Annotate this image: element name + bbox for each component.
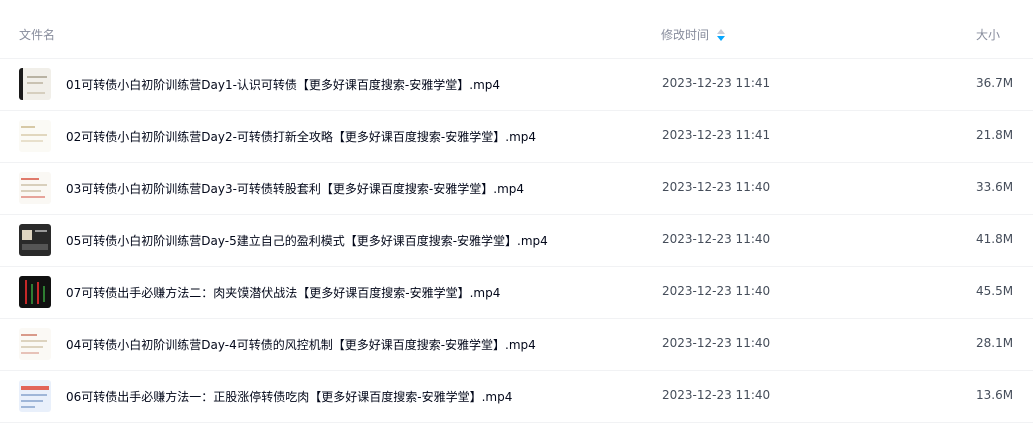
video-thumbnail[interactable] xyxy=(19,68,51,100)
file-list-header: 文件名 修改时间 大小 xyxy=(0,0,1033,59)
file-size: 36.7M xyxy=(976,76,1014,90)
file-size: 21.8M xyxy=(976,128,1014,142)
video-thumbnail[interactable] xyxy=(19,120,51,152)
video-thumbnail[interactable] xyxy=(19,276,51,308)
file-row[interactable]: 03可转债小白初阶训练营Day3-可转债转股套利【更多好课百度搜索-安雅学堂】.… xyxy=(0,163,1033,215)
sort-descending-icon[interactable] xyxy=(717,28,726,41)
video-thumbnail[interactable] xyxy=(19,328,51,360)
file-row[interactable]: 07可转债出手必赚方法二：肉夹馍潜伏战法【更多好课百度搜索-安雅学堂】.mp4 … xyxy=(0,267,1033,319)
column-header-modified-time[interactable]: 修改时间 xyxy=(661,26,726,43)
file-row[interactable]: 02可转债小白初阶训练营Day2-可转债打新全攻略【更多好课百度搜索-安雅学堂】… xyxy=(0,111,1033,163)
file-row[interactable]: 06可转债出手必赚方法一：正股涨停转债吃肉【更多好课百度搜索-安雅学堂】.mp4… xyxy=(0,371,1033,423)
file-row[interactable]: 04可转债小白初阶训练营Day-4可转债的风控机制【更多好课百度搜索-安雅学堂】… xyxy=(0,319,1033,371)
file-modified-time: 2023-12-23 11:41 xyxy=(662,76,771,90)
file-list: 文件名 修改时间 大小 01可转债小白初阶训练营Day1-认识可转债【更多好课百… xyxy=(0,0,1033,435)
column-header-name[interactable]: 文件名 xyxy=(19,26,55,43)
file-modified-time: 2023-12-23 11:40 xyxy=(662,284,771,298)
video-thumbnail[interactable] xyxy=(19,172,51,204)
column-header-size[interactable]: 大小 xyxy=(976,26,1000,43)
file-size: 13.6M xyxy=(976,388,1014,402)
file-name[interactable]: 05可转债小白初阶训练营Day-5建立自己的盈利模式【更多好课百度搜索-安雅学堂… xyxy=(66,232,548,249)
file-name[interactable]: 02可转债小白初阶训练营Day2-可转债打新全攻略【更多好课百度搜索-安雅学堂】… xyxy=(66,128,536,145)
file-modified-time: 2023-12-23 11:40 xyxy=(662,180,771,194)
file-size: 33.6M xyxy=(976,180,1014,194)
video-thumbnail[interactable] xyxy=(19,224,51,256)
file-name[interactable]: 03可转债小白初阶训练营Day3-可转债转股套利【更多好课百度搜索-安雅学堂】.… xyxy=(66,180,524,197)
file-row[interactable]: 05可转债小白初阶训练营Day-5建立自己的盈利模式【更多好课百度搜索-安雅学堂… xyxy=(0,215,1033,267)
file-name[interactable]: 04可转债小白初阶训练营Day-4可转债的风控机制【更多好课百度搜索-安雅学堂】… xyxy=(66,336,536,353)
file-modified-time: 2023-12-23 11:40 xyxy=(662,336,771,350)
video-thumbnail[interactable] xyxy=(19,380,51,412)
file-name[interactable]: 06可转债出手必赚方法一：正股涨停转债吃肉【更多好课百度搜索-安雅学堂】.mp4 xyxy=(66,388,512,405)
column-header-modified-time-label: 修改时间 xyxy=(661,28,710,42)
file-size: 28.1M xyxy=(976,336,1014,350)
file-modified-time: 2023-12-23 11:40 xyxy=(662,232,771,246)
file-row[interactable]: 01可转债小白初阶训练营Day1-认识可转债【更多好课百度搜索-安雅学堂】.mp… xyxy=(0,59,1033,111)
file-modified-time: 2023-12-23 11:41 xyxy=(662,128,771,142)
file-name[interactable]: 01可转债小白初阶训练营Day1-认识可转债【更多好课百度搜索-安雅学堂】.mp… xyxy=(66,76,500,93)
file-size: 41.8M xyxy=(976,232,1014,246)
file-name[interactable]: 07可转债出手必赚方法二：肉夹馍潜伏战法【更多好课百度搜索-安雅学堂】.mp4 xyxy=(66,284,500,301)
file-modified-time: 2023-12-23 11:40 xyxy=(662,388,771,402)
file-size: 45.5M xyxy=(976,284,1014,298)
